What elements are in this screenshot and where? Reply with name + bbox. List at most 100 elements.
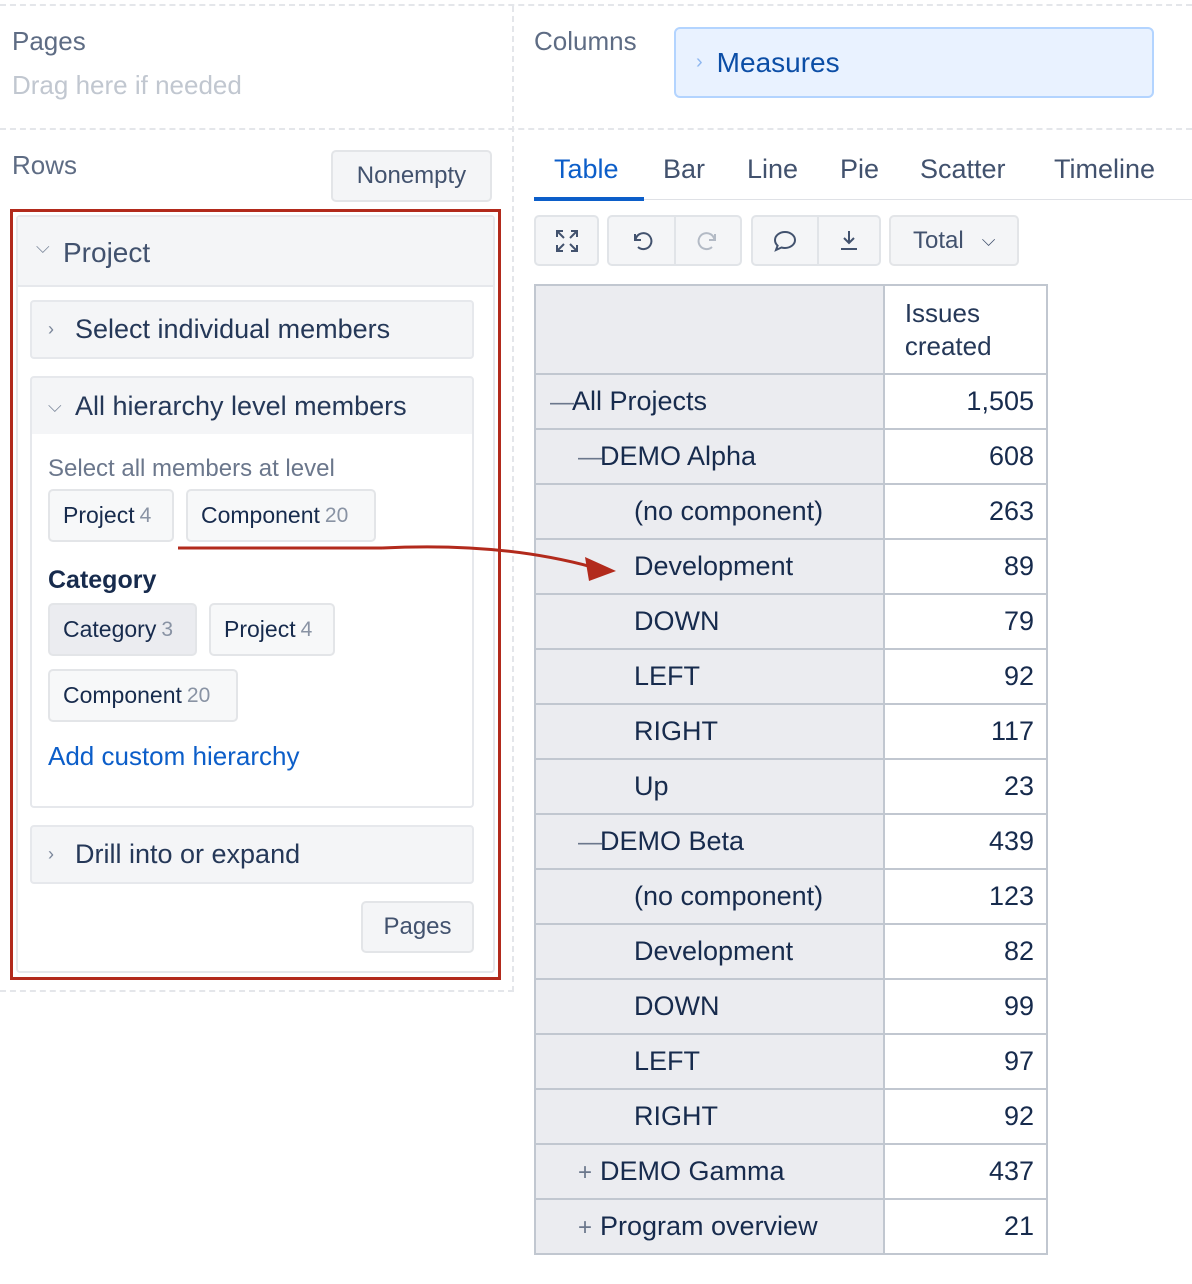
value-cell: 117	[882, 703, 1049, 760]
tab-scatter[interactable]: Scatter	[920, 154, 1006, 185]
level-chip-category[interactable]: Category 3	[48, 603, 197, 656]
collapse-icon[interactable]: —	[550, 389, 574, 417]
level-chip-component[interactable]: Component 20	[48, 669, 238, 722]
all-hierarchy-level-members[interactable]: ⌵ All hierarchy level members	[30, 376, 474, 436]
chip-count: 20	[186, 683, 211, 707]
row-member-cell[interactable]: —All Projects	[534, 373, 885, 430]
row-member-cell[interactable]: LEFT	[534, 1033, 885, 1090]
row-member-label: DEMO Beta	[600, 826, 745, 856]
row-member-cell[interactable]: + Program overview	[534, 1198, 885, 1255]
row-member-label: LEFT	[634, 661, 701, 691]
chip-label: Project	[63, 502, 135, 528]
corner-cell	[534, 284, 885, 375]
collapse-icon[interactable]: —	[578, 444, 602, 472]
expand-icon[interactable]: +	[578, 1159, 600, 1187]
tab-pie[interactable]: Pie	[840, 154, 879, 185]
all-hierarchy-label: All hierarchy level members	[75, 390, 407, 421]
pages-button[interactable]: Pages	[361, 901, 474, 953]
value-cell: 23	[882, 758, 1049, 815]
row-member-cell[interactable]: RIGHT	[534, 703, 885, 760]
row-member-cell[interactable]: —DEMO Beta	[534, 813, 885, 870]
total-dropdown[interactable]: Total ⌵	[889, 215, 1019, 266]
row-member-label: Program overview	[600, 1211, 818, 1241]
chip-count: 4	[300, 617, 313, 641]
expand-icon[interactable]	[536, 217, 597, 264]
table-header-row: Issues created	[534, 284, 1049, 375]
measures-label: Measures	[716, 46, 840, 78]
level-chip-component[interactable]: Component 20	[186, 489, 376, 542]
pages-label: Pages	[12, 26, 86, 56]
value-cell: 263	[882, 483, 1049, 540]
table-row: DOWN 79	[534, 593, 1049, 650]
row-member-cell[interactable]: Development	[534, 538, 885, 595]
table-row: + Program overview 21	[534, 1198, 1049, 1255]
value-cell: 437	[882, 1143, 1049, 1200]
row-member-cell[interactable]: Up	[534, 758, 885, 815]
value-cell: 439	[882, 813, 1049, 870]
tab-line[interactable]: Line	[747, 154, 798, 185]
row-member-cell[interactable]: (no component)	[534, 483, 885, 540]
tab-bar[interactable]: Bar	[663, 154, 705, 185]
table-row: RIGHT 117	[534, 703, 1049, 760]
comment-icon[interactable]	[753, 217, 817, 264]
total-label: Total	[913, 226, 964, 254]
row-member-cell[interactable]: DOWN	[534, 978, 885, 1035]
tab-table[interactable]: Table	[554, 154, 619, 185]
level-chip-project[interactable]: Project 4	[48, 489, 174, 542]
table-row: —All Projects 1,505	[534, 373, 1049, 430]
chip-label: Component	[63, 682, 182, 708]
row-member-cell[interactable]: RIGHT	[534, 1088, 885, 1145]
expand-icon[interactable]: +	[578, 1214, 600, 1242]
chip-label: Component	[201, 502, 320, 528]
table-row: RIGHT 92	[534, 1088, 1049, 1145]
history-group	[607, 215, 742, 266]
row-member-label: (no component)	[634, 496, 824, 526]
undo-icon[interactable]	[609, 217, 674, 264]
value-cell: 608	[882, 428, 1049, 485]
chevron-right-icon: ›	[696, 51, 703, 73]
row-member-cell[interactable]: (no component)	[534, 868, 885, 925]
value-cell: 97	[882, 1033, 1049, 1090]
measures-chip[interactable]: › Measures	[674, 27, 1154, 98]
table-row: —DEMO Alpha 608	[534, 428, 1049, 485]
row-member-label: LEFT	[634, 1046, 701, 1076]
divider	[0, 128, 1192, 130]
nonempty-button[interactable]: Nonempty	[331, 150, 492, 202]
drill-into-or-expand[interactable]: › Drill into or expand	[30, 825, 474, 884]
divider	[0, 990, 514, 992]
table-row: Up 23	[534, 758, 1049, 815]
row-member-cell[interactable]: —DEMO Alpha	[534, 428, 885, 485]
chip-label: Category	[63, 616, 157, 642]
rows-label: Rows	[12, 150, 78, 180]
redo-icon[interactable]	[676, 217, 740, 264]
value-cell: 92	[882, 648, 1049, 705]
collapse-icon[interactable]: —	[578, 829, 602, 857]
chevron-down-icon: ⌵	[981, 230, 996, 250]
select-individual-members[interactable]: › Select individual members	[30, 300, 474, 359]
active-tab-indicator	[534, 197, 644, 201]
header-line: Issues	[904, 297, 980, 328]
row-member-cell[interactable]: + DEMO Gamma	[534, 1143, 885, 1200]
row-member-label: DOWN	[634, 991, 720, 1021]
tab-timeline[interactable]: Timeline	[1054, 154, 1155, 185]
download-icon[interactable]	[819, 217, 879, 264]
level-chip-project[interactable]: Project 4	[209, 603, 335, 656]
row-member-label: Up	[634, 771, 669, 801]
pages-drop-placeholder[interactable]: Drag here if needed	[12, 70, 242, 101]
chip-count: 20	[324, 503, 349, 527]
fullscreen-group	[534, 215, 599, 266]
add-custom-hierarchy-link[interactable]: Add custom hierarchy	[48, 741, 299, 772]
table-row: DOWN 99	[534, 978, 1049, 1035]
row-member-cell[interactable]: Development	[534, 923, 885, 980]
table-row: (no component) 263	[534, 483, 1049, 540]
drill-label: Drill into or expand	[75, 839, 301, 869]
project-title: Project	[63, 237, 151, 268]
project-panel-header[interactable]: ⌵ Project	[18, 217, 493, 287]
column-header-issues-created[interactable]: Issues created	[882, 284, 1049, 375]
table-row: LEFT 92	[534, 648, 1049, 705]
row-member-label: DEMO Gamma	[600, 1156, 785, 1186]
row-member-cell[interactable]: LEFT	[534, 648, 885, 705]
value-cell: 92	[882, 1088, 1049, 1145]
row-member-cell[interactable]: DOWN	[534, 593, 885, 650]
divider	[512, 6, 514, 992]
